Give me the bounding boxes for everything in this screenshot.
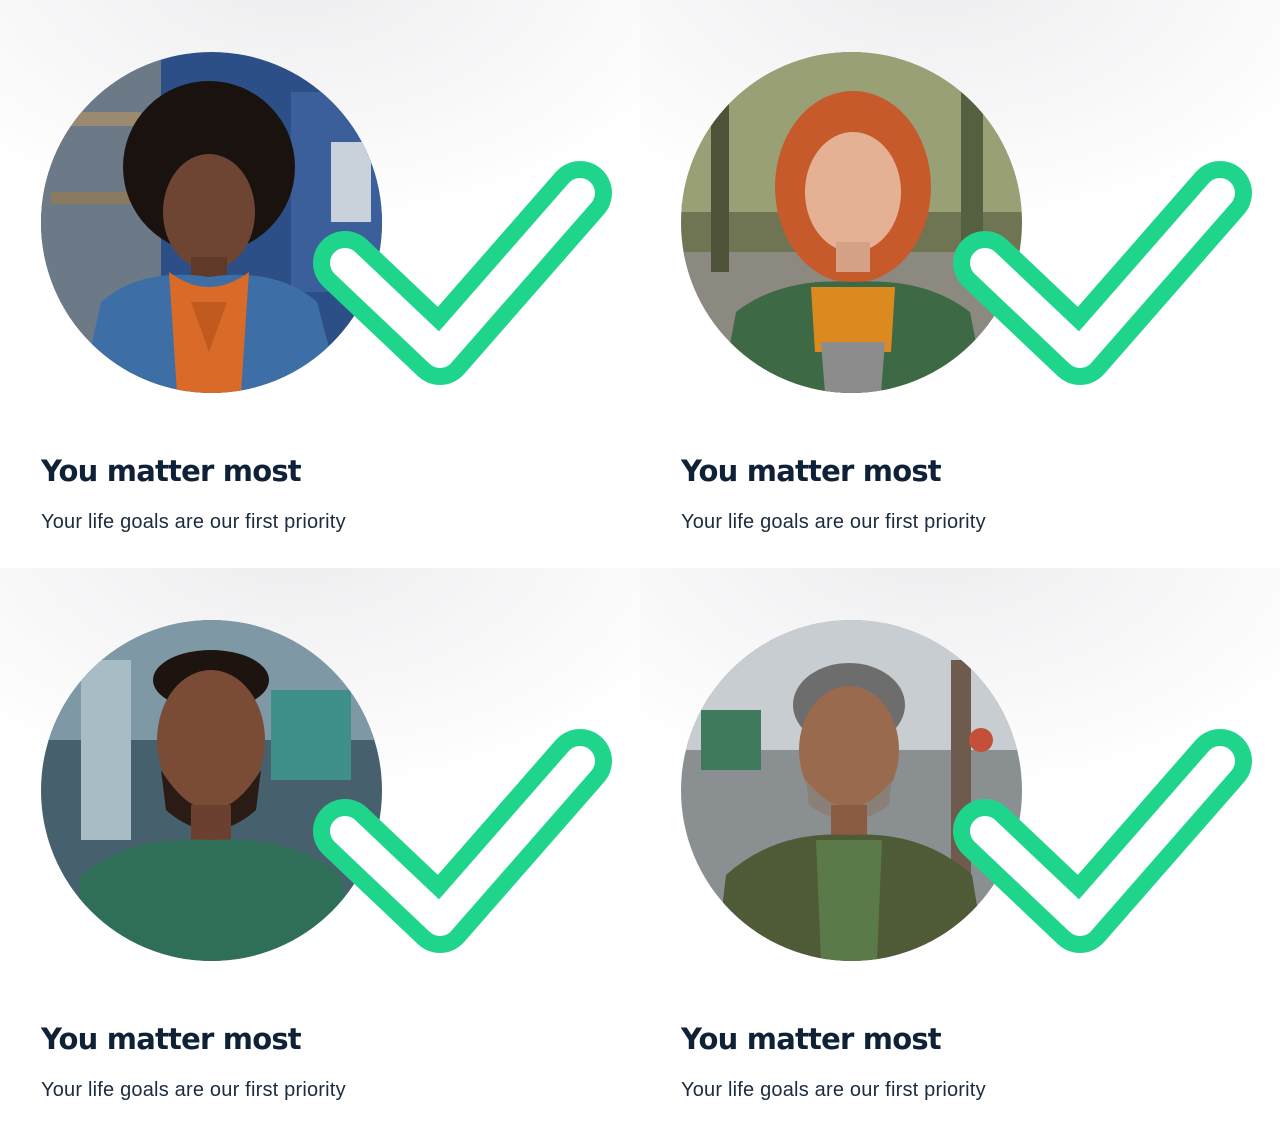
- card-subtitle: Your life goals are our first priority: [41, 511, 346, 533]
- card-subtitle: Your life goals are our first priority: [41, 1079, 346, 1101]
- checkmark-icon: [300, 716, 640, 966]
- feature-card-grid: You matter most Your life goals are our …: [0, 0, 1280, 1137]
- card-subtitle: Your life goals are our first priority: [681, 1079, 986, 1101]
- feature-card: You matter most Your life goals are our …: [0, 0, 640, 568]
- card-title: You matter most: [41, 454, 302, 488]
- card-title: You matter most: [681, 454, 942, 488]
- checkmark-icon: [940, 148, 1280, 398]
- card-title: You matter most: [681, 1022, 942, 1056]
- checkmark-icon: [940, 716, 1280, 966]
- feature-card: You matter most Your life goals are our …: [640, 0, 1280, 568]
- card-subtitle: Your life goals are our first priority: [681, 511, 986, 533]
- feature-card: You matter most Your life goals are our …: [640, 568, 1280, 1136]
- checkmark-icon: [300, 148, 640, 398]
- card-title: You matter most: [41, 1022, 302, 1056]
- feature-card: You matter most Your life goals are our …: [0, 568, 640, 1136]
